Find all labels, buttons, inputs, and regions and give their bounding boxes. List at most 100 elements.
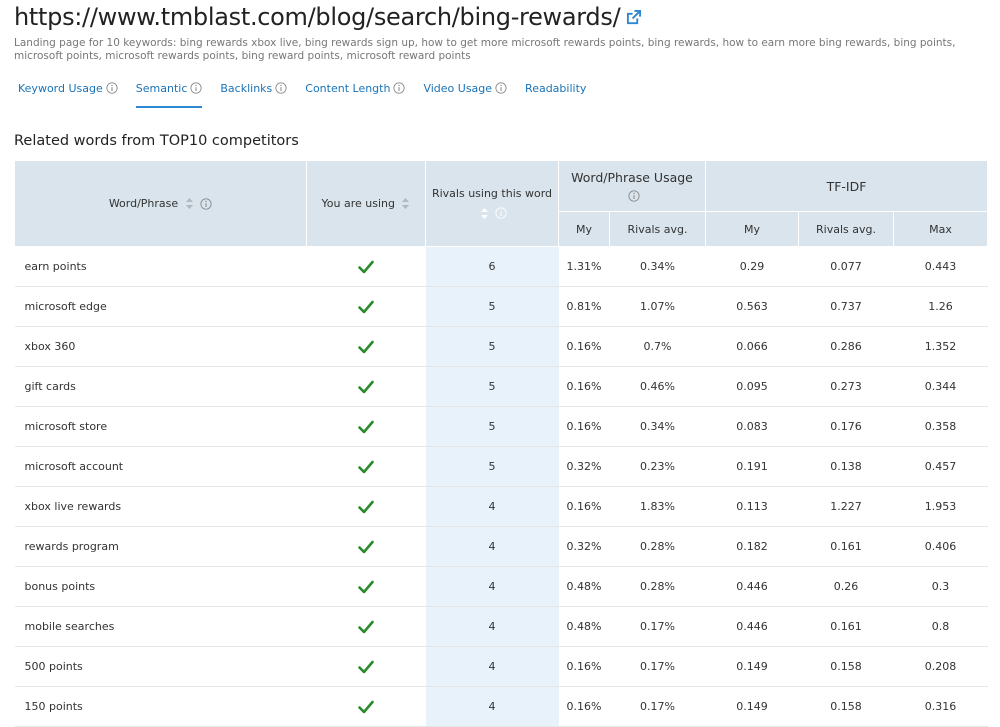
info-icon[interactable] [106,82,118,94]
you-are-using-cell [306,326,426,367]
info-icon[interactable] [275,82,287,94]
header-tfidf-rivals-avg: Rivals avg. [798,211,895,247]
tfidf-rivals-avg-cell: 1.227 [798,486,894,527]
sort-icon[interactable] [480,207,489,220]
header-you-are-using[interactable]: You are using [306,160,426,247]
word-phrase-cell: xbox live rewards [14,486,307,527]
tab-keyword-usage[interactable]: Keyword Usage [18,82,118,110]
you-are-using-cell [306,446,426,487]
usage-rivals-avg-cell: 1.07% [609,286,706,327]
tab-readability[interactable]: Readability [525,82,586,110]
usage-my-cell: 0.32% [558,446,610,487]
info-icon[interactable] [627,190,640,202]
rivals-using-cell: 5 [425,326,559,367]
usage-my-cell: 0.16% [558,406,610,447]
tab-backlinks[interactable]: Backlinks [220,82,287,110]
rivals-using-cell: 4 [425,606,559,647]
tab-video-usage[interactable]: Video Usage [423,82,507,110]
tfidf-rivals-avg-cell: 0.158 [798,646,894,687]
tab-label: Backlinks [220,82,273,95]
header-rivals-using[interactable]: Rivals using this word [425,160,559,247]
tab-semantic[interactable]: Semantic [135,82,203,108]
tfidf-max-cell: 0.457 [893,446,988,487]
tfidf-my-cell: 0.083 [705,406,799,447]
checkmark-icon [358,460,374,473]
table-row: 150 points 4 0.16% 0.17% 0.149 0.158 0.316 [14,686,988,727]
header-rivals-using-label: Rivals using this word [431,187,553,201]
tfidf-rivals-avg-cell: 0.161 [798,526,894,567]
rivals-using-cell: 4 [425,686,559,727]
usage-rivals-avg-cell: 0.28% [609,526,706,567]
tab-label: Semantic [135,82,188,95]
sort-icon[interactable] [401,197,410,210]
usage-my-cell: 0.48% [558,566,610,607]
rivals-using-cell: 5 [425,286,559,327]
word-phrase-cell: microsoft store [14,406,307,447]
rivals-using-cell: 4 [425,526,559,567]
checkmark-icon [358,660,374,673]
tfidf-rivals-avg-cell: 0.077 [798,246,894,287]
tfidf-my-cell: 0.29 [705,246,799,287]
word-phrase-cell: 500 points [14,646,307,687]
you-are-using-cell [306,246,426,287]
tfidf-max-cell: 1.953 [893,486,988,527]
usage-rivals-avg-cell: 0.7% [609,326,706,367]
header-usage-my: My [558,211,610,247]
info-icon[interactable] [200,198,212,210]
usage-my-cell: 0.16% [558,366,610,407]
tfidf-max-cell: 0.208 [893,646,988,687]
table-row: earn points 6 1.31% 0.34% 0.29 0.077 0.443 [14,246,988,287]
usage-rivals-avg-cell: 0.34% [609,406,706,447]
header-tfidf-max: Max [893,211,989,247]
usage-rivals-avg-cell: 0.17% [609,606,706,647]
you-are-using-cell [306,486,426,527]
checkmark-icon [358,540,374,553]
you-are-using-cell [306,406,426,447]
external-link-icon[interactable] [626,9,642,25]
usage-rivals-avg-cell: 0.23% [609,446,706,487]
table-row: gift cards 5 0.16% 0.46% 0.095 0.273 0.344 [14,366,988,407]
tfidf-my-cell: 0.095 [705,366,799,407]
usage-my-cell: 0.16% [558,326,610,367]
usage-rivals-avg-cell: 0.34% [609,246,706,287]
usage-rivals-avg-cell: 1.83% [609,486,706,527]
tfidf-my-cell: 0.563 [705,286,799,327]
checkmark-icon [358,300,374,313]
usage-my-cell: 1.31% [558,246,610,287]
tfidf-rivals-avg-cell: 0.286 [798,326,894,367]
info-icon[interactable] [495,82,507,94]
usage-rivals-avg-cell: 0.28% [609,566,706,607]
usage-my-cell: 0.16% [558,686,610,727]
rivals-using-cell: 4 [425,486,559,527]
rivals-using-cell: 4 [425,646,559,687]
tfidf-my-cell: 0.446 [705,606,799,647]
word-phrase-cell: gift cards [14,366,307,407]
word-phrase-cell: earn points [14,246,307,287]
page-description: Landing page for 10 keywords: bing rewar… [14,37,956,62]
usage-my-cell: 0.32% [558,526,610,567]
header-usage-rivals-avg: Rivals avg. [608,211,707,247]
table-row: microsoft store 5 0.16% 0.34% 0.083 0.176 0.35… [14,406,988,447]
info-icon[interactable] [495,207,507,219]
tfidf-max-cell: 0.8 [893,606,988,647]
table-row: 500 points 4 0.16% 0.17% 0.149 0.158 0.208 [14,646,988,687]
header-word-phrase[interactable]: Word/Phrase [14,160,307,247]
header-tf-idf: TF-IDF [705,160,989,212]
info-icon[interactable] [393,82,406,94]
tab-label: Readability [525,82,587,95]
you-are-using-cell [306,366,426,407]
page-url-link[interactable]: https://www.tmblast.com/blog/search/bing… [14,3,621,31]
rivals-using-cell: 5 [425,366,559,407]
sort-icon[interactable] [185,197,194,210]
tfidf-rivals-avg-cell: 0.176 [798,406,894,447]
checkmark-icon [358,580,374,593]
tfidf-rivals-avg-cell: 0.737 [798,286,894,327]
tab-content-length[interactable]: Content Length [305,82,406,110]
tfidf-rivals-avg-cell: 0.161 [798,606,894,647]
rivals-using-cell: 5 [425,446,559,487]
you-are-using-cell [306,286,426,327]
tfidf-my-cell: 0.149 [705,646,799,687]
info-icon[interactable] [190,82,202,94]
checkmark-icon [358,260,374,273]
you-are-using-cell [306,686,426,727]
